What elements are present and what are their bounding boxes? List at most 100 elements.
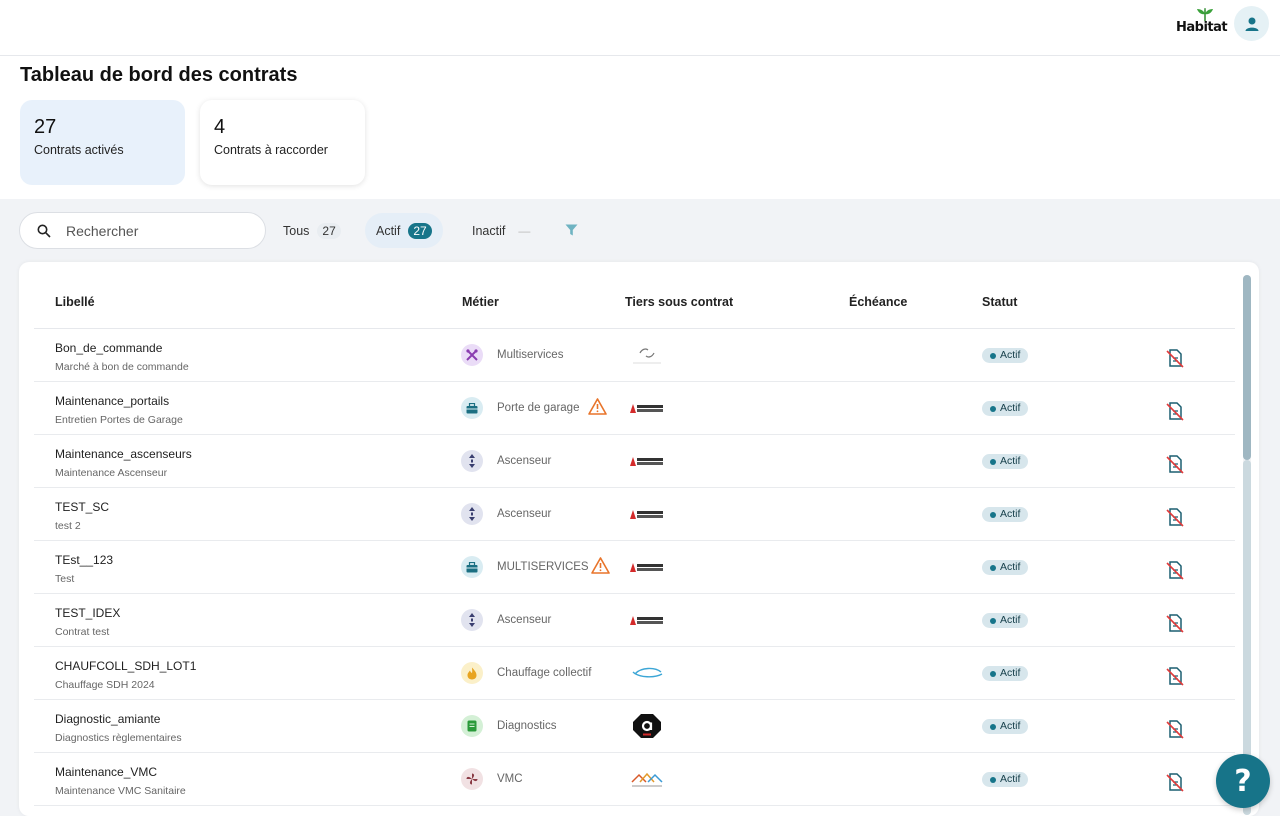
fan-icon [461, 768, 483, 790]
column-header-statut[interactable]: Statut [982, 295, 1017, 309]
stat-label: Contrats à raccorder [214, 143, 328, 157]
user-avatar[interactable] [1234, 6, 1269, 41]
status-badge: Actif [982, 613, 1029, 628]
filter-tab-inactif[interactable]: Inactif — [461, 213, 546, 248]
table-row[interactable]: Maintenance_ascenseurs Maintenance Ascen… [34, 435, 1235, 488]
provider-logo [630, 510, 663, 519]
filter-tab-actif[interactable]: Actif 27 [365, 213, 443, 248]
scrollbar-thumb[interactable] [1243, 275, 1251, 460]
contracts-table: Libellé Métier Tiers sous contrat Échéan… [19, 262, 1259, 816]
table-header: Libellé Métier Tiers sous contrat Échéan… [34, 262, 1235, 329]
table-row[interactable]: Diagnostic_amiante Diagnostics règlement… [34, 700, 1235, 753]
status-badge: Actif [982, 560, 1029, 575]
column-header-echeance[interactable]: Échéance [849, 295, 907, 309]
filter-count: — [518, 223, 531, 238]
status-badge: Actif [982, 401, 1029, 416]
table-scrollbar[interactable] [1243, 275, 1251, 815]
brand-name: Habitat [1176, 20, 1228, 35]
tools-icon [461, 344, 483, 366]
metier-label: Ascenseur [497, 508, 552, 520]
elevator-icon [461, 503, 483, 525]
no-document-icon[interactable] [1164, 612, 1186, 634]
contract-name: TEST_IDEX [55, 606, 121, 620]
filter-count: 27 [408, 222, 432, 239]
document-icon [461, 715, 483, 737]
filter-label: Inactif [472, 223, 506, 238]
contract-description: Chauffage SDH 2024 [55, 679, 155, 691]
provider-logo [633, 714, 661, 738]
contract-description: Entretien Portes de Garage [55, 414, 183, 426]
contract-name: TEST_SC [55, 500, 110, 514]
status-badge: Actif [982, 772, 1029, 787]
provider-logo [633, 348, 661, 364]
elevator-icon [461, 450, 483, 472]
contract-description: Diagnostics règlementaires [55, 732, 182, 744]
stat-label: Contrats activés [34, 143, 124, 157]
provider-logo [630, 404, 663, 413]
warning-icon [588, 398, 607, 415]
flame-icon [461, 662, 483, 684]
habitat-logo[interactable]: Habitat [1174, 8, 1228, 36]
column-header-libelle[interactable]: Libellé [55, 295, 95, 309]
no-document-icon[interactable] [1164, 400, 1186, 422]
filter-label: Actif [376, 223, 401, 238]
contract-name: CHAUFCOLL_SDH_LOT1 [55, 659, 197, 673]
stat-card-contracts-to-connect[interactable]: 4 Contrats à raccorder [200, 100, 365, 185]
stat-value: 4 [214, 116, 226, 138]
contract-description: Contrat test [55, 626, 110, 638]
contract-name: Diagnostic_amiante [55, 712, 161, 726]
table-row[interactable]: TEst__123 Test MULTISERVICES Actif [34, 541, 1235, 594]
table-row[interactable]: Bon_de_commande Marché à bon de commande… [34, 329, 1235, 382]
no-document-icon[interactable] [1164, 453, 1186, 475]
table-row[interactable]: TEST_IDEX Contrat test Ascenseur Actif [34, 594, 1235, 647]
contract-description: Maintenance Ascenseur [55, 467, 168, 479]
search-icon [37, 224, 51, 238]
filter-funnel-icon[interactable] [565, 224, 578, 236]
table-row[interactable]: Maintenance_VMC Maintenance VMC Sanitair… [34, 753, 1235, 806]
metier-label: Diagnostics [497, 720, 557, 732]
contract-name: TEst__123 [55, 553, 114, 567]
no-document-icon[interactable] [1164, 559, 1186, 581]
provider-logo [631, 772, 663, 787]
contract-description: Maintenance VMC Sanitaire [55, 785, 186, 797]
status-badge: Actif [982, 666, 1029, 681]
metier-label: Porte de garage [497, 402, 580, 414]
metier-label: Ascenseur [497, 614, 552, 626]
user-icon [1245, 17, 1258, 31]
status-badge: Actif [982, 507, 1029, 522]
toolbox-icon [461, 397, 483, 419]
metier-label: Multiservices [497, 349, 564, 361]
dashboard-header: Tableau de bord des contrats 27 Contrats… [0, 56, 1280, 199]
column-header-tiers[interactable]: Tiers sous contrat [625, 295, 733, 309]
no-document-icon[interactable] [1164, 506, 1186, 528]
toolbox-icon [461, 556, 483, 578]
metier-label: Chauffage collectif [497, 667, 592, 679]
provider-logo [630, 616, 663, 625]
search-box[interactable] [19, 212, 266, 249]
warning-icon [591, 557, 610, 574]
no-document-icon[interactable] [1164, 347, 1186, 369]
table-row[interactable]: Maintenance_portails Entretien Portes de… [34, 382, 1235, 435]
status-badge: Actif [982, 348, 1029, 363]
table-row[interactable]: CHAUFCOLL_SDH_LOT1 Chauffage SDH 2024 Ch… [34, 647, 1235, 700]
search-input[interactable] [66, 221, 256, 241]
filter-tab-tous[interactable]: Tous 27 [272, 213, 352, 248]
page-title: Tableau de bord des contrats [20, 64, 298, 86]
table-row[interactable]: TEST_SC test 2 Ascenseur Actif [34, 488, 1235, 541]
no-document-icon[interactable] [1164, 771, 1186, 793]
column-header-metier[interactable]: Métier [462, 295, 499, 309]
filter-bar: Tous 27 Actif 27 Inactif — [0, 210, 1280, 250]
status-badge: Actif [982, 719, 1029, 734]
stat-value: 27 [34, 116, 57, 138]
stat-card-active-contracts[interactable]: 27 Contrats activés [20, 100, 185, 185]
contract-name: Maintenance_VMC [55, 765, 158, 779]
contract-name: Bon_de_commande [55, 341, 163, 355]
elevator-icon [461, 609, 483, 631]
metier-label: Ascenseur [497, 455, 552, 467]
help-button[interactable]: ? [1216, 754, 1270, 808]
contract-description: test 2 [55, 520, 81, 532]
no-document-icon[interactable] [1164, 718, 1186, 740]
contract-description: Marché à bon de commande [55, 361, 189, 373]
no-document-icon[interactable] [1164, 665, 1186, 687]
filter-label: Tous [283, 223, 310, 238]
